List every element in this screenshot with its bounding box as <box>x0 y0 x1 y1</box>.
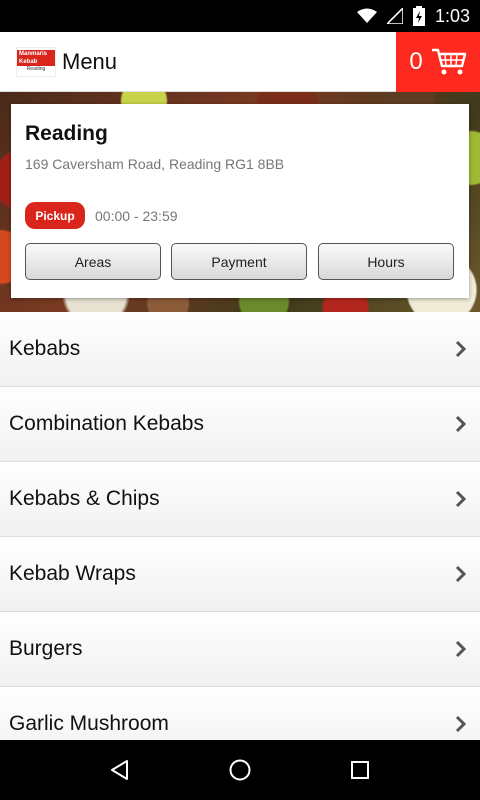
cart-button[interactable]: 0 <box>396 32 480 92</box>
menu-item-label: Garlic Mushroom <box>9 712 169 735</box>
back-icon <box>111 760 128 780</box>
cart-icon <box>431 48 466 75</box>
recents-icon <box>351 761 369 779</box>
battery-icon <box>412 6 425 26</box>
logo-line2: Reading <box>26 66 46 72</box>
menu-category-list: Kebabs Combination Kebabs Kebabs & Chips… <box>0 312 480 740</box>
menu-item-kebab-wraps[interactable]: Kebab Wraps <box>0 537 480 612</box>
menu-item-label: Kebab Wraps <box>9 562 136 585</box>
page-title: Menu <box>62 48 118 74</box>
menu-item-garlic-mushroom[interactable]: Garlic Mushroom <box>0 687 480 740</box>
payment-button[interactable]: Payment <box>171 243 307 280</box>
menu-item-kebabs[interactable]: Kebabs <box>0 312 480 387</box>
status-bar: 1:03 <box>0 0 480 32</box>
hours-button[interactable]: Hours <box>318 243 454 280</box>
chevron-right-icon <box>455 415 467 433</box>
logo-line1: Manmaris Kebab <box>17 50 55 66</box>
app-bar: Manmaris Kebab Reading Menu 0 <box>0 32 480 92</box>
home-icon <box>229 759 251 781</box>
areas-button[interactable]: Areas <box>25 243 161 280</box>
store-address: 169 Caversham Road, Reading RG1 8BB <box>25 156 285 172</box>
chevron-right-icon <box>455 565 467 583</box>
system-nav-bar <box>0 740 480 800</box>
recents-button[interactable] <box>340 750 380 790</box>
wifi-icon <box>356 8 377 23</box>
menu-item-combination-kebabs[interactable]: Combination Kebabs <box>0 387 480 462</box>
menu-item-label: Burgers <box>9 637 83 660</box>
chevron-right-icon <box>455 340 467 358</box>
signal-icon <box>386 8 403 24</box>
menu-item-label: Kebabs & Chips <box>9 487 160 510</box>
chevron-right-icon <box>455 640 467 658</box>
menu-item-kebabs-chips[interactable]: Kebabs & Chips <box>0 462 480 537</box>
store-info-card: Reading 169 Caversham Road, Reading RG1 … <box>11 104 469 298</box>
opening-hours: 00:00 - 23:59 <box>95 208 178 224</box>
menu-item-label: Kebabs <box>9 337 81 360</box>
clock: 1:03 <box>434 5 470 26</box>
menu-item-burgers[interactable]: Burgers <box>0 612 480 687</box>
chevron-right-icon <box>455 490 467 508</box>
back-button[interactable] <box>100 750 140 790</box>
restaurant-logo: Manmaris Kebab Reading <box>16 46 56 77</box>
menu-item-label: Combination Kebabs <box>9 412 204 435</box>
chevron-right-icon <box>455 715 467 733</box>
store-name: Reading <box>25 122 108 145</box>
home-button[interactable] <box>220 750 260 790</box>
cart-count: 0 <box>409 48 423 75</box>
pickup-badge: Pickup <box>25 202 85 229</box>
